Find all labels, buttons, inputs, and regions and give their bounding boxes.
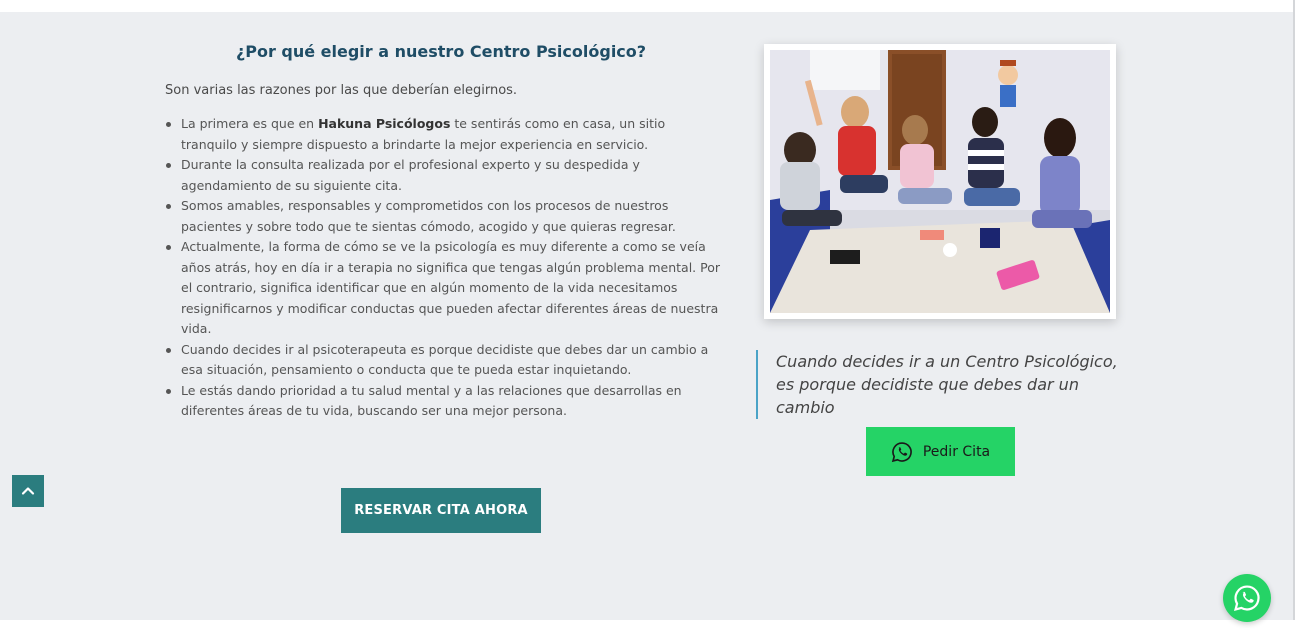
photo-frame <box>764 44 1116 319</box>
request-appointment-label: Pedir Cita <box>922 443 991 460</box>
highlight-quote: Cuando decides ir a un Centro Psicológic… <box>756 350 1136 419</box>
reasons-list: La primera es que en Hakuna Psicólogos t… <box>165 114 721 422</box>
top-strip <box>0 0 1295 12</box>
intro-text: Son varias las razones por las que deber… <box>165 83 518 98</box>
reason-text-before: La primera es que en <box>181 116 319 131</box>
list-item: La primera es que en Hakuna Psicólogos t… <box>165 114 721 155</box>
list-item: Somos amables, responsables y comprometi… <box>165 196 721 237</box>
brand-name: Hakuna Psicólogos <box>318 116 451 131</box>
list-item: Le estás dando prioridad a tu salud ment… <box>165 381 721 422</box>
whatsapp-float-button[interactable] <box>1223 574 1271 622</box>
section-title: ¿Por qué elegir a nuestro Centro Psicoló… <box>235 42 647 61</box>
request-appointment-button[interactable]: Pedir Cita <box>866 427 1015 476</box>
list-item: Actualmente, la forma de cómo se ve la p… <box>165 237 721 340</box>
whatsapp-icon <box>891 441 912 462</box>
scroll-to-top-button[interactable] <box>12 475 44 507</box>
whatsapp-icon <box>1234 585 1260 611</box>
list-item: Cuando decides ir al psicoterapeuta es p… <box>165 340 721 381</box>
list-item: Durante la consulta realizada por el pro… <box>165 155 721 196</box>
chevron-up-icon <box>21 487 35 495</box>
reserve-appointment-button[interactable]: RESERVAR CITA AHORA <box>341 488 541 533</box>
children-photo <box>770 50 1110 313</box>
bottom-strip <box>0 620 1295 631</box>
